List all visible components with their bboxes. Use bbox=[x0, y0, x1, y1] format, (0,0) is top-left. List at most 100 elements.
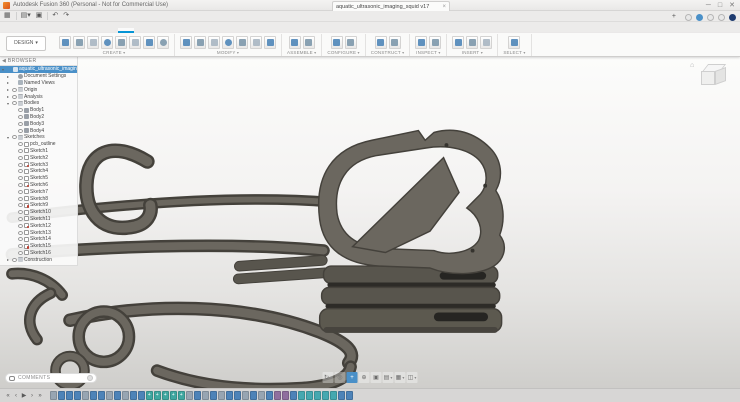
app-menu-grid-icon[interactable]: ▦ bbox=[4, 11, 11, 21]
file-menu-icon[interactable]: ▤▾ bbox=[21, 11, 31, 21]
save-icon[interactable]: ▣ bbox=[36, 11, 43, 21]
visibility-eye-icon[interactable] bbox=[18, 129, 23, 133]
timeline-feature[interactable] bbox=[74, 391, 81, 400]
section-analysis-icon[interactable] bbox=[429, 36, 441, 49]
timeline-feature[interactable] bbox=[178, 391, 185, 400]
combine-icon[interactable] bbox=[222, 36, 234, 49]
select-icon[interactable] bbox=[508, 36, 520, 49]
extrude-icon[interactable] bbox=[73, 36, 85, 49]
timeline-feature[interactable] bbox=[226, 391, 233, 400]
visibility-eye-icon[interactable] bbox=[18, 142, 23, 146]
redo-icon[interactable]: ↷ bbox=[63, 11, 69, 21]
tree-item[interactable]: Sketch16 bbox=[0, 250, 77, 257]
visibility-eye-icon[interactable] bbox=[18, 183, 23, 187]
expand-arrow-icon[interactable] bbox=[7, 74, 11, 79]
visibility-eye-icon[interactable] bbox=[18, 203, 23, 207]
insert-derive-icon[interactable] bbox=[452, 36, 464, 49]
primitive-box-icon[interactable] bbox=[157, 36, 169, 49]
playback-button[interactable]: ‹ bbox=[12, 390, 20, 402]
visibility-eye-icon[interactable] bbox=[12, 101, 17, 105]
tree-item[interactable]: Sketch4 bbox=[0, 168, 77, 175]
configuration-icon[interactable] bbox=[331, 36, 343, 49]
hole-icon[interactable] bbox=[129, 36, 141, 49]
collapse-panel-icon[interactable]: ◀ bbox=[2, 58, 6, 64]
timeline-feature[interactable] bbox=[98, 391, 105, 400]
viewport-canvas[interactable]: ◀ BROWSER aquatic_ultrasonic_imaging_squ… bbox=[0, 57, 740, 388]
visibility-eye-icon[interactable] bbox=[12, 95, 17, 99]
undo-icon[interactable]: ↶ bbox=[52, 11, 58, 21]
help-icon[interactable] bbox=[718, 14, 725, 21]
timeline-feature[interactable] bbox=[258, 391, 265, 400]
visibility-eye-icon[interactable] bbox=[18, 108, 23, 112]
expand-arrow-icon[interactable] bbox=[7, 135, 11, 140]
visibility-eye-icon[interactable] bbox=[18, 210, 23, 214]
squid-3d-model[interactable] bbox=[0, 57, 740, 388]
measure-icon[interactable] bbox=[415, 36, 427, 49]
tree-item[interactable]: Origin bbox=[0, 86, 77, 93]
comments-expand-icon[interactable] bbox=[87, 375, 93, 381]
tree-item[interactable]: Body4 bbox=[0, 127, 77, 134]
sync-status-icon[interactable] bbox=[696, 14, 703, 21]
visibility-eye-icon[interactable] bbox=[18, 237, 23, 241]
timeline-feature[interactable] bbox=[194, 391, 201, 400]
timeline-feature[interactable] bbox=[50, 391, 57, 400]
notification-bell-icon[interactable] bbox=[707, 14, 714, 21]
tree-item[interactable]: Sketch11 bbox=[0, 216, 77, 223]
press-pull-icon[interactable] bbox=[180, 36, 192, 49]
tree-item[interactable]: Sketch12 bbox=[0, 222, 77, 229]
timeline-feature[interactable] bbox=[146, 391, 153, 400]
timeline-feature[interactable] bbox=[162, 391, 169, 400]
timeline-feature[interactable] bbox=[210, 391, 217, 400]
shell-icon[interactable] bbox=[208, 36, 220, 49]
visibility-eye-icon[interactable] bbox=[12, 135, 17, 139]
visibility-eye-icon[interactable] bbox=[18, 190, 23, 194]
tree-item[interactable]: Sketch8 bbox=[0, 195, 77, 202]
tree-item[interactable]: Sketch7 bbox=[0, 188, 77, 195]
viewports-button[interactable] bbox=[407, 372, 418, 383]
tree-item[interactable]: Construction bbox=[0, 256, 77, 263]
timeline-feature[interactable] bbox=[138, 391, 145, 400]
tree-item[interactable]: Sketch2 bbox=[0, 154, 77, 161]
timeline-feature[interactable] bbox=[314, 391, 321, 400]
tree-item[interactable]: Sketch9 bbox=[0, 202, 77, 209]
ribbon-group-dropdown[interactable]: INSERT bbox=[462, 49, 483, 56]
tree-item[interactable]: Named Views bbox=[0, 80, 77, 87]
orbit-button[interactable] bbox=[323, 372, 334, 383]
visibility-eye-icon[interactable] bbox=[18, 176, 23, 180]
sweep-icon[interactable] bbox=[101, 36, 113, 49]
view-cube[interactable]: ⌂ bbox=[698, 62, 732, 96]
comments-bar[interactable]: COMMENTS bbox=[5, 373, 97, 383]
playback-button[interactable]: ▶ bbox=[20, 390, 28, 402]
visibility-eye-icon[interactable] bbox=[18, 244, 23, 248]
hook-tentacle[interactable] bbox=[86, 151, 150, 228]
timeline-feature[interactable] bbox=[338, 391, 345, 400]
zoom-button[interactable] bbox=[359, 372, 370, 383]
timeline-feature[interactable] bbox=[170, 391, 177, 400]
document-tab-close-icon[interactable]: × bbox=[442, 4, 446, 10]
expand-arrow-icon[interactable] bbox=[7, 87, 11, 92]
visibility-eye-icon[interactable] bbox=[18, 122, 23, 126]
timeline-feature[interactable] bbox=[250, 391, 257, 400]
timeline-feature[interactable] bbox=[154, 391, 161, 400]
timeline-feature[interactable] bbox=[234, 391, 241, 400]
maximize-button[interactable]: □ bbox=[718, 1, 722, 10]
head-arrow-fin[interactable] bbox=[353, 158, 459, 253]
tree-item[interactable]: pcb_outline bbox=[0, 141, 77, 148]
ribbon-group-dropdown[interactable]: ASSEMBLE bbox=[287, 49, 316, 56]
timeline-feature[interactable] bbox=[298, 391, 305, 400]
squid-head-body[interactable] bbox=[319, 130, 505, 273]
ribbon-group-dropdown[interactable]: CREATE bbox=[103, 49, 126, 56]
tree-item[interactable]: Sketch1 bbox=[0, 148, 77, 155]
expand-arrow-icon[interactable] bbox=[7, 101, 11, 106]
timeline-feature[interactable] bbox=[122, 391, 129, 400]
configuration-table-icon[interactable] bbox=[345, 36, 357, 49]
loft-icon[interactable] bbox=[115, 36, 127, 49]
timeline-feature[interactable] bbox=[290, 391, 297, 400]
profile-avatar[interactable] bbox=[729, 14, 736, 21]
visibility-eye-icon[interactable] bbox=[18, 169, 23, 173]
playback-button[interactable]: › bbox=[28, 390, 36, 402]
visibility-eye-icon[interactable] bbox=[18, 251, 23, 255]
timeline-feature[interactable] bbox=[282, 391, 289, 400]
expand-arrow-icon[interactable] bbox=[7, 80, 11, 85]
timeline-feature[interactable] bbox=[242, 391, 249, 400]
